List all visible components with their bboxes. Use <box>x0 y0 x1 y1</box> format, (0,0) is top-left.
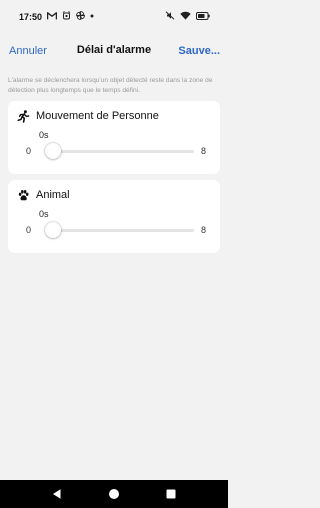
slider-thumb[interactable] <box>45 143 61 159</box>
delay-value: 0s <box>39 130 49 140</box>
save-button[interactable]: Sauve... <box>178 45 220 57</box>
gmail-icon <box>47 11 57 20</box>
slider-min-label: 0 <box>26 146 32 156</box>
slider-thumb[interactable] <box>45 222 61 238</box>
slider-track[interactable] <box>53 150 194 153</box>
status-bar: 17:50 <box>0 0 228 36</box>
pinwheel-icon <box>76 11 85 20</box>
description-text: L'alarme se déclenchera lorsqu'un objet … <box>8 77 213 94</box>
wifi-icon <box>180 11 191 20</box>
delay-value: 0s <box>39 209 49 219</box>
animal-delay-slider[interactable]: 0 8 <box>25 221 207 239</box>
cancel-button[interactable]: Annuler <box>9 45 47 57</box>
status-icons-left <box>47 11 94 20</box>
notification-icon <box>62 11 71 20</box>
status-time: 17:50 <box>19 12 43 22</box>
mute-icon <box>165 11 175 20</box>
recents-icon[interactable] <box>165 488 177 500</box>
home-icon[interactable] <box>108 488 120 500</box>
slider-max-label: 8 <box>201 225 207 235</box>
back-icon[interactable] <box>51 488 63 500</box>
header: Annuler Délai d'alarme Sauve... <box>0 38 228 66</box>
animal-card: Animal 0s 0 8 <box>8 180 220 253</box>
status-icons-right <box>165 11 210 20</box>
slider-min-label: 0 <box>26 225 32 235</box>
battery-icon <box>196 11 210 20</box>
slider-max-label: 8 <box>201 146 207 156</box>
dot-icon <box>90 14 94 18</box>
person-delay-slider[interactable]: 0 8 <box>25 142 207 160</box>
slider-track[interactable] <box>53 229 194 232</box>
card-title: Mouvement de Personne <box>36 110 159 122</box>
system-nav-bar <box>0 480 228 508</box>
paw-icon <box>17 189 30 202</box>
running-person-icon <box>17 110 30 123</box>
card-title: Animal <box>36 189 70 201</box>
person-motion-card: Mouvement de Personne 0s 0 8 <box>8 101 220 174</box>
